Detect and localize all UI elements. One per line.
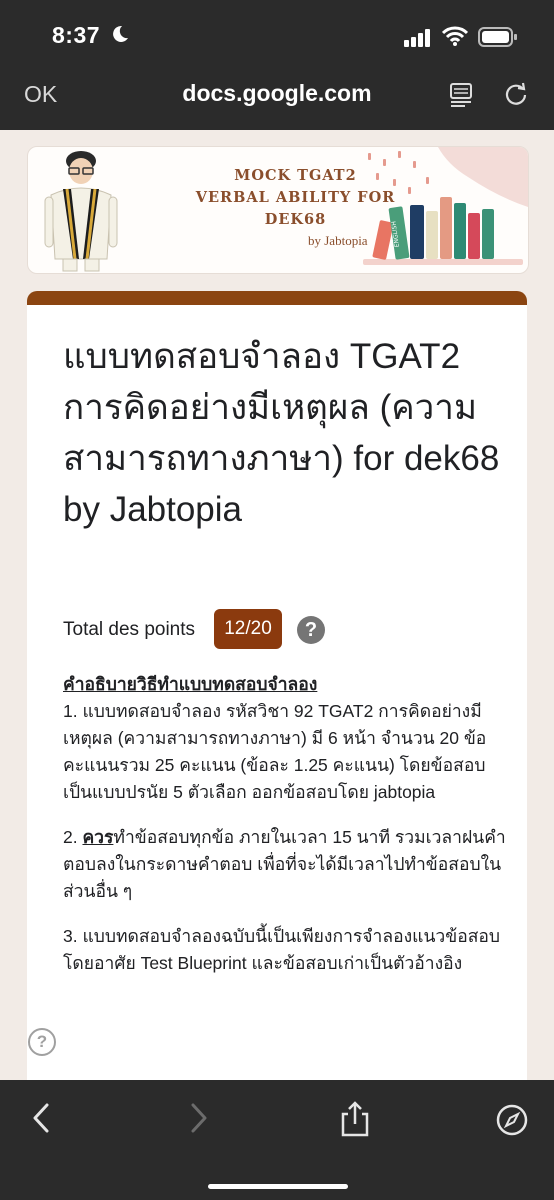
wifi-icon	[442, 26, 468, 46]
home-indicator	[208, 1184, 348, 1189]
books-illustration: ENGLISH	[363, 147, 528, 265]
floating-help-icon[interactable]: ?	[28, 1028, 56, 1056]
description-item-2: 2. ควรทำข้อสอบทุกข้อ ภายในเวลา 15 นาที ร…	[63, 827, 506, 901]
form-title: แบบทดสอบจำลอง TGAT2 การคิดอย่างมีเหตุผล …	[63, 337, 500, 529]
form-banner: MOCK TGAT2 VERBAL ABILITY FOR DEK68 by J…	[27, 146, 529, 274]
reload-icon[interactable]	[503, 81, 529, 107]
form-description: คำอธิบายวิธีทำแบบทดสอบจำลอง 1. แบบทดสอบจ…	[63, 671, 513, 995]
graduate-illustration	[44, 151, 118, 272]
forward-arrow-icon[interactable]	[188, 1102, 210, 1134]
share-icon[interactable]	[339, 1100, 371, 1138]
browser-bottom-toolbar	[0, 1080, 554, 1200]
help-icon[interactable]: ?	[297, 616, 325, 644]
description-item-3: 3. แบบทดสอบจำลองฉบับนี้เป็นเพียงการจำลอง…	[63, 926, 501, 973]
score-badge: 12/20	[214, 609, 282, 649]
description-item-1: 1. แบบทดสอบจำลอง รหัสวิชา 92 TGAT2 การคิ…	[63, 701, 487, 802]
description-heading: คำอธิบายวิธีทำแบบทดสอบจำลอง	[63, 674, 318, 694]
status-time: 8:37	[52, 22, 101, 48]
battery-icon	[478, 27, 517, 47]
back-arrow-icon[interactable]	[30, 1102, 52, 1134]
total-points-label: Total des points	[63, 619, 196, 640]
reader-view-icon[interactable]	[448, 81, 474, 107]
moon-icon	[113, 25, 128, 42]
browser-top-bar: 8:37 OK docs.google.com	[0, 0, 554, 130]
emphasis-text: ควร	[82, 827, 114, 847]
compass-icon[interactable]	[495, 1103, 529, 1137]
cellular-signal-icon	[404, 29, 430, 47]
card-accent-bar	[27, 291, 527, 305]
form-header-card: แบบทดสอบจำลอง TGAT2 การคิดอย่างมีเหตุผล …	[27, 291, 527, 1100]
